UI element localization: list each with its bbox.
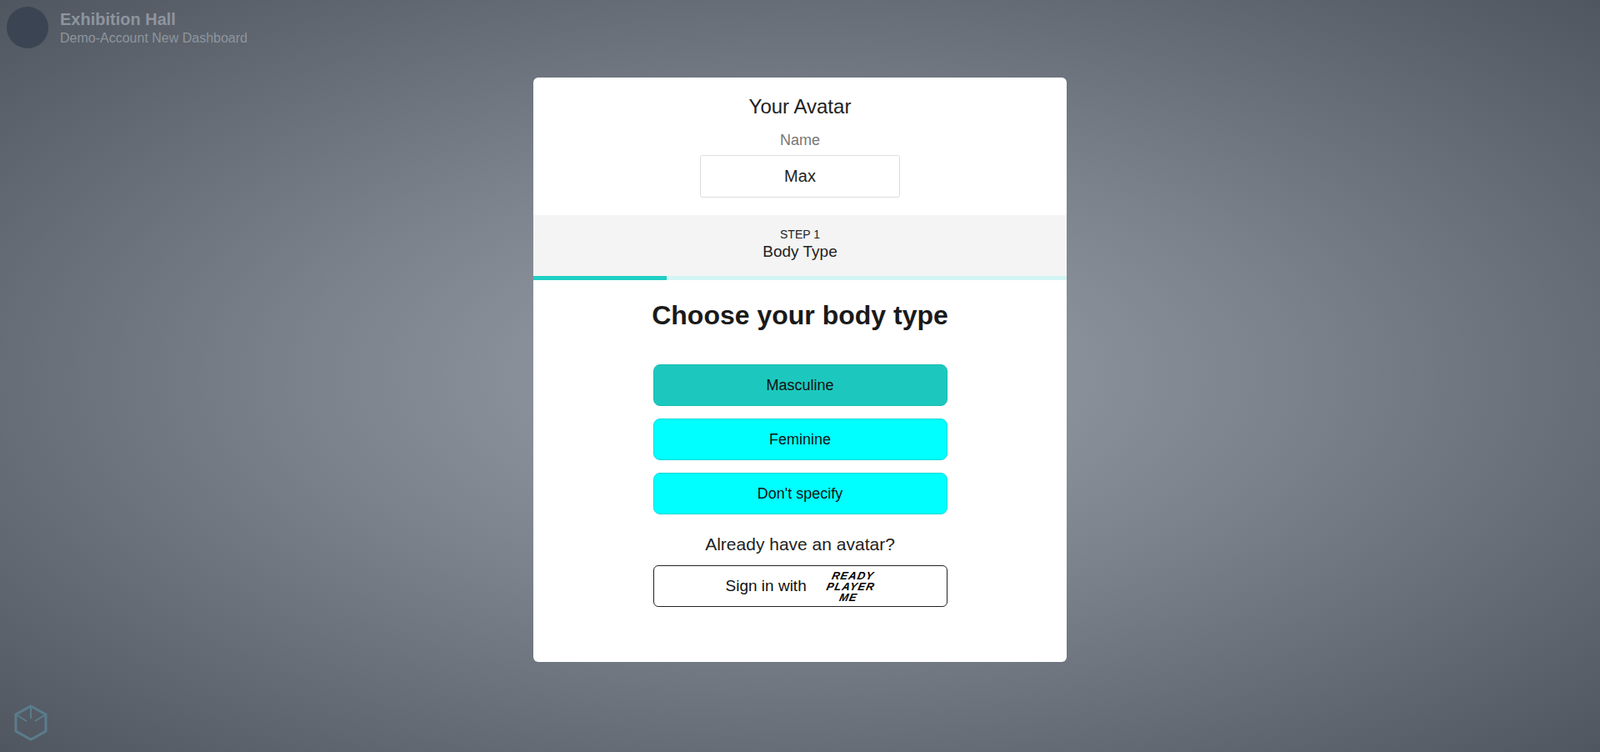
name-label: Name — [780, 130, 820, 150]
ready-player-me-logo: READYPLAYERME — [823, 570, 879, 603]
logo-word: ME — [823, 591, 875, 603]
space-title: Exhibition Hall — [60, 9, 248, 30]
header: Exhibition Hall Demo-Account New Dashboa… — [6, 6, 248, 49]
step-number: STEP 1 — [780, 226, 820, 242]
step-progress-track — [533, 275, 1067, 280]
option-label: Masculine — [765, 376, 834, 394]
dialog-title: Your Avatar — [749, 94, 852, 120]
name-input[interactable] — [700, 155, 900, 198]
cube-logo-icon — [11, 703, 50, 742]
step-band: STEP 1 Body Type — [533, 215, 1067, 280]
heading: Choose your body type — [651, 298, 949, 332]
logo-word: READY — [827, 570, 879, 581]
options-list: Masculine Feminine Don't specify — [653, 364, 948, 515]
scene: Exhibition Hall Demo-Account New Dashboa… — [0, 0, 1600, 752]
logo-word: PLAYER — [825, 580, 876, 592]
option-label: Feminine — [769, 430, 831, 448]
body-type-option[interactable]: Feminine — [653, 418, 948, 460]
option-label: Don't specify — [757, 485, 843, 502]
body-type-option[interactable]: Masculine — [653, 364, 948, 406]
step-progress-fill — [533, 275, 667, 280]
body-type-option[interactable]: Don't specify — [653, 472, 948, 515]
avatar-icon[interactable] — [6, 6, 49, 49]
step-title: Body Type — [762, 241, 837, 262]
signin-prompt: Already have an avatar? — [705, 533, 895, 555]
signin-button[interactable]: Sign in with READYPLAYERME — [653, 565, 948, 607]
space-subtitle: Demo-Account New Dashboard — [60, 30, 248, 47]
avatar-dialog: Your Avatar Name STEP 1 Body Type Choose… — [533, 77, 1067, 662]
signin-label: Sign in with — [725, 574, 807, 599]
